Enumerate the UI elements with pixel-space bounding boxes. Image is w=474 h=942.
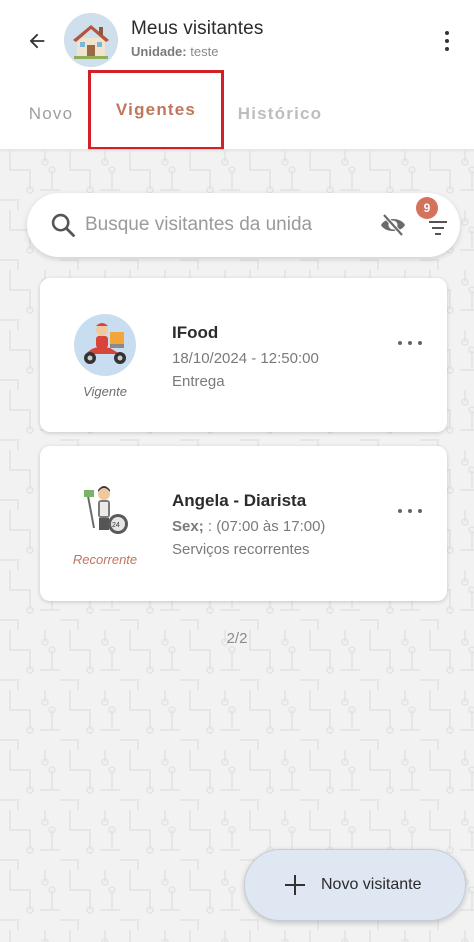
- tab-bar: Novo Vigentes Histórico: [0, 70, 474, 150]
- tabs-divider: [0, 149, 474, 153]
- svg-text:24: 24: [112, 522, 120, 529]
- search-input[interactable]: [85, 209, 335, 241]
- tab-vigentes[interactable]: Vigentes: [88, 70, 224, 150]
- more-options-button[interactable]: [436, 26, 458, 56]
- house-icon: [64, 13, 118, 67]
- visitor-name: Angela - Diarista: [172, 491, 307, 510]
- unit-value: teste: [190, 44, 219, 59]
- unit-label: Unidade:: [131, 44, 187, 59]
- visitor-type: Entrega: [172, 373, 225, 390]
- dot-icon: [418, 509, 422, 513]
- filter-count-badge: 9: [416, 197, 438, 219]
- dot-icon: [445, 47, 449, 51]
- dot-icon: [445, 31, 449, 35]
- new-visitor-button[interactable]: Novo visitante: [244, 849, 466, 921]
- visitor-name: IFood: [172, 323, 219, 342]
- unit-subtitle: Unidade: teste: [131, 44, 263, 59]
- unit-avatar: [64, 13, 118, 67]
- visitor-schedule: Sex; : (07:00 às 17:00): [172, 518, 325, 535]
- page-counter: 2/2: [226, 630, 248, 647]
- search-bar: [27, 193, 460, 257]
- visitor-type: Serviços recorrentes: [172, 541, 310, 558]
- search-icon[interactable]: [49, 211, 77, 239]
- visitor-day: Sex;: [172, 518, 204, 535]
- card-more-button[interactable]: [398, 336, 422, 350]
- tab-novo[interactable]: Novo: [20, 78, 82, 150]
- visitor-hours: : (07:00 às 17:00): [203, 518, 326, 535]
- visitor-card[interactable]: Vigente IFood 18/10/2024 - 12:50:00 Entr…: [40, 278, 447, 432]
- cleaning-lady-icon: 24: [84, 486, 128, 534]
- delivery-motorcycle-icon: [74, 314, 136, 376]
- dot-icon: [418, 341, 422, 345]
- status-label: Recorrente: [72, 552, 138, 567]
- tab-historico[interactable]: Histórico: [228, 78, 332, 150]
- arrow-left-icon: [29, 33, 45, 49]
- app-header: Meus visitantes Unidade: teste: [0, 0, 474, 78]
- page-title: Meus visitantes: [131, 18, 264, 39]
- dot-icon: [408, 341, 412, 345]
- visitor-card[interactable]: 24 Recorrente Angela - Diarista Sex; : (…: [40, 446, 447, 601]
- new-visitor-label: Novo visitante: [321, 876, 422, 893]
- status-label: Vigente: [83, 384, 127, 399]
- dot-icon: [398, 341, 402, 345]
- dot-icon: [408, 509, 412, 513]
- visitor-datetime: 18/10/2024 - 12:50:00: [172, 350, 319, 367]
- dot-icon: [398, 509, 402, 513]
- card-more-button[interactable]: [398, 504, 422, 518]
- plus-icon: [285, 875, 305, 895]
- back-button[interactable]: [22, 26, 52, 56]
- dot-icon: [445, 39, 449, 43]
- eye-off-icon[interactable]: [378, 212, 408, 238]
